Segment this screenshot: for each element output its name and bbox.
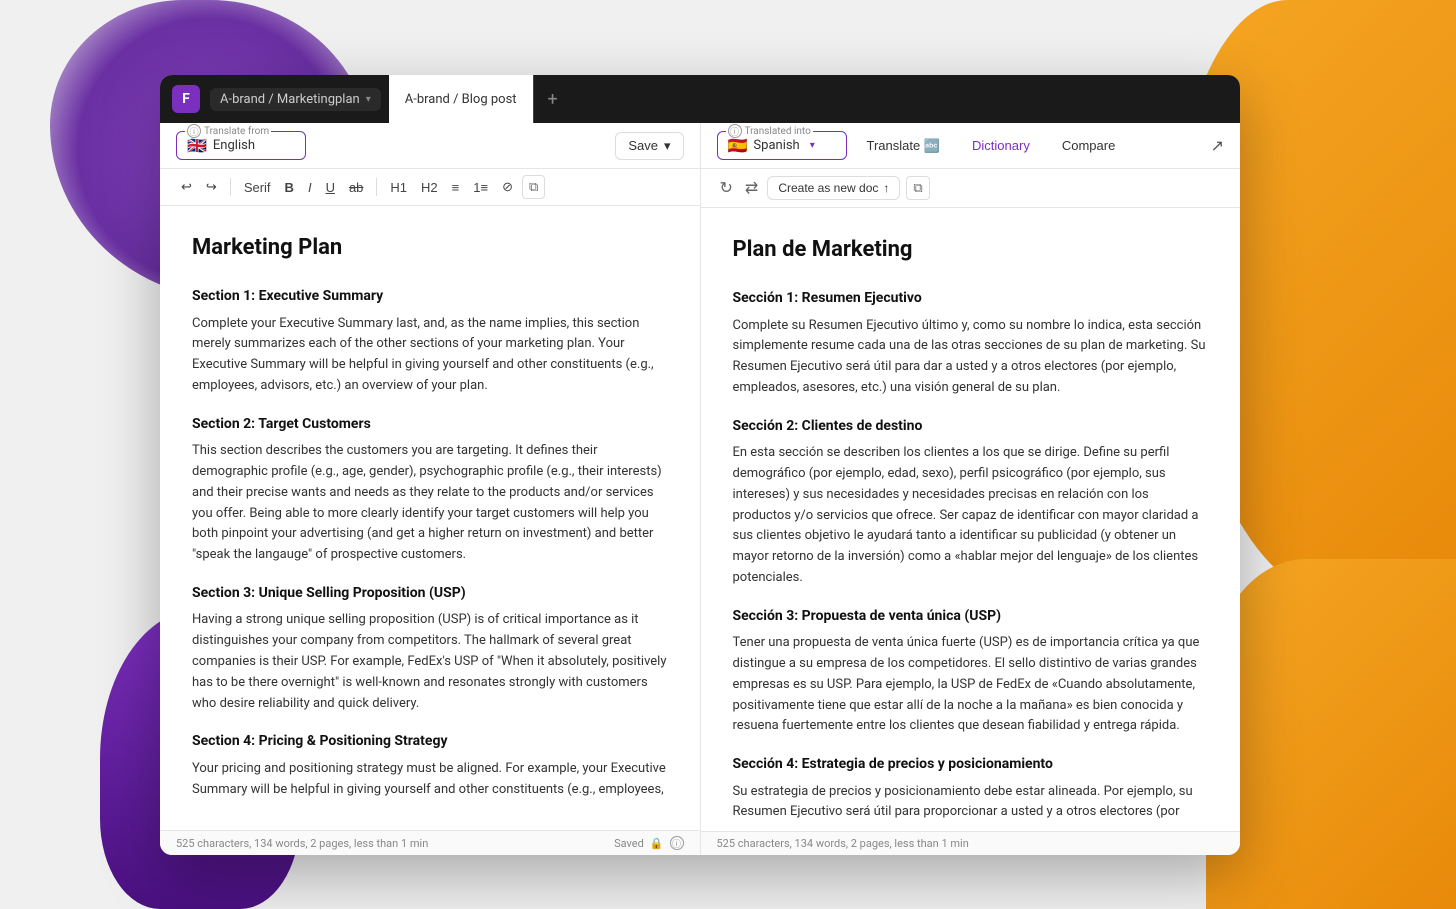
- title-bar: F A-brand / Marketingplan ▾ A-brand / Bl…: [160, 75, 1240, 123]
- tab-bar: A-brand / Blog post +: [389, 75, 572, 123]
- trans-section-1-text: Complete su Resumen Ejecutivo último y, …: [733, 316, 1209, 399]
- export-button[interactable]: ↗: [1211, 136, 1224, 156]
- section-2-heading: Section 2: Target Customers: [192, 413, 668, 435]
- bold-button[interactable]: B: [280, 177, 299, 198]
- add-tab-button[interactable]: +: [534, 75, 572, 123]
- content-area: ⓘ Translate from 🇬🇧 English Save ▾ ↩ ↪: [160, 123, 1240, 855]
- compare-button[interactable]: Compare: [1050, 133, 1127, 158]
- underline-button[interactable]: U: [321, 177, 340, 198]
- section-3-heading: Section 3: Unique Selling Proposition (U…: [192, 582, 668, 604]
- section-3-text: Having a strong unique selling propositi…: [192, 610, 668, 714]
- source-editor[interactable]: Marketing Plan Section 1: Executive Summ…: [160, 206, 700, 830]
- left-toolbar: ⓘ Translate from 🇬🇧 English Save ▾: [160, 123, 700, 169]
- section-1-heading: Section 1: Executive Summary: [192, 285, 668, 307]
- saved-label: Saved: [614, 837, 644, 850]
- section-4-heading: Section 4: Pricing & Positioning Strateg…: [192, 730, 668, 752]
- undo-button[interactable]: ↩: [176, 176, 197, 198]
- upload-icon: ↑: [883, 181, 889, 195]
- section-1-text: Complete your Executive Summary last, an…: [192, 314, 668, 397]
- section-2-text: This section describes the customers you…: [192, 441, 668, 566]
- lock-icon: 🔒: [650, 837, 664, 850]
- left-status-right: Saved 🔒 ⓘ: [614, 836, 683, 850]
- source-language-select[interactable]: ⓘ Translate from 🇬🇧 English: [176, 131, 306, 160]
- font-family-button[interactable]: Serif: [239, 177, 276, 198]
- sync-button[interactable]: ⇄: [742, 175, 761, 201]
- chevron-down-icon: ▾: [810, 140, 815, 151]
- info-icon: ⓘ: [187, 124, 201, 138]
- target-language-select[interactable]: ⓘ Translated into 🇪🇸 Spanish ▾: [717, 131, 847, 160]
- dictionary-button[interactable]: Dictionary: [960, 133, 1042, 158]
- italic-button[interactable]: I: [303, 177, 317, 198]
- translate-button[interactable]: Translate 🔤: [855, 133, 953, 159]
- target-language-flag: 🇪🇸: [728, 136, 748, 155]
- redo-button[interactable]: ↪: [201, 176, 222, 198]
- chevron-down-icon: ▾: [664, 138, 671, 154]
- chevron-down-icon: ▾: [366, 94, 371, 105]
- target-language-name: Spanish: [753, 138, 799, 153]
- h1-button[interactable]: H1: [385, 177, 412, 198]
- translate-icon: 🔤: [924, 138, 940, 153]
- separator: [230, 178, 231, 196]
- app-window: F A-brand / Marketingplan ▾ A-brand / Bl…: [160, 75, 1240, 855]
- h2-button[interactable]: H2: [416, 177, 443, 198]
- create-new-doc-button[interactable]: Create as new doc ↑: [767, 176, 900, 200]
- bg-orange-bottom-decoration: [1206, 559, 1456, 909]
- right-panel: ⓘ Translated into 🇪🇸 Spanish ▾ Translate…: [701, 123, 1241, 855]
- translated-into-label: ⓘ Translated into: [726, 124, 813, 138]
- panels: ⓘ Translate from 🇬🇧 English Save ▾ ↩ ↪: [160, 123, 1240, 855]
- trans-section-3-heading: Sección 3: Propuesta de venta única (USP…: [733, 605, 1209, 627]
- left-stats: 525 characters, 134 words, 2 pages, less…: [176, 837, 428, 850]
- numbered-list-button[interactable]: 1≡: [468, 177, 493, 198]
- left-panel: ⓘ Translate from 🇬🇧 English Save ▾ ↩ ↪: [160, 123, 701, 855]
- clear-format-button[interactable]: ⊘: [497, 176, 518, 198]
- left-status-bar: 525 characters, 134 words, 2 pages, less…: [160, 830, 700, 855]
- trans-section-2-heading: Sección 2: Clientes de destino: [733, 415, 1209, 437]
- trans-section-3-text: Tener una propuesta de venta única fuert…: [733, 633, 1209, 737]
- right-toolbar: ⓘ Translated into 🇪🇸 Spanish ▾ Translate…: [701, 123, 1241, 169]
- trans-section-2-text: En esta sección se describen los cliente…: [733, 443, 1209, 589]
- copy-button[interactable]: ⧉: [906, 176, 929, 200]
- save-button[interactable]: Save ▾: [615, 132, 683, 160]
- right-format-toolbar: ↻ ⇄ Create as new doc ↑ ⧉: [701, 169, 1241, 208]
- refresh-button[interactable]: ↻: [717, 175, 736, 201]
- right-status-bar: 525 characters, 134 words, 2 pages, less…: [701, 831, 1241, 855]
- copy-format-button[interactable]: ⧉: [522, 175, 545, 199]
- tab-blog-post[interactable]: A-brand / Blog post: [389, 75, 534, 123]
- doc-title: Marketing Plan: [192, 230, 668, 265]
- separator: [376, 178, 377, 196]
- project-selector[interactable]: A-brand / Marketingplan ▾: [210, 88, 381, 111]
- translate-from-label: ⓘ Translate from: [185, 124, 271, 138]
- app-logo: F: [172, 85, 200, 113]
- source-language-flag: 🇬🇧: [187, 136, 207, 155]
- strikethrough-button[interactable]: ab: [344, 177, 368, 198]
- source-language-name: English: [213, 138, 255, 153]
- trans-section-4-text: Su estrategia de precios y posicionamien…: [733, 782, 1209, 824]
- create-new-label: Create as new doc: [778, 181, 878, 195]
- format-toolbar: ↩ ↪ Serif B I U ab H1 H2 ≡ 1≡ ⊘ ⧉: [160, 169, 700, 206]
- info-icon: ⓘ: [670, 836, 684, 850]
- translated-doc-title: Plan de Marketing: [733, 232, 1209, 267]
- bullet-list-button[interactable]: ≡: [447, 177, 465, 198]
- section-4-text: Your pricing and positioning strategy mu…: [192, 759, 668, 801]
- right-stats: 525 characters, 134 words, 2 pages, less…: [717, 837, 969, 850]
- trans-section-1-heading: Sección 1: Resumen Ejecutivo: [733, 287, 1209, 309]
- translation-editor[interactable]: Plan de Marketing Sección 1: Resumen Eje…: [701, 208, 1241, 831]
- trans-section-4-heading: Sección 4: Estrategia de precios y posic…: [733, 753, 1209, 775]
- info-icon: ⓘ: [728, 124, 742, 138]
